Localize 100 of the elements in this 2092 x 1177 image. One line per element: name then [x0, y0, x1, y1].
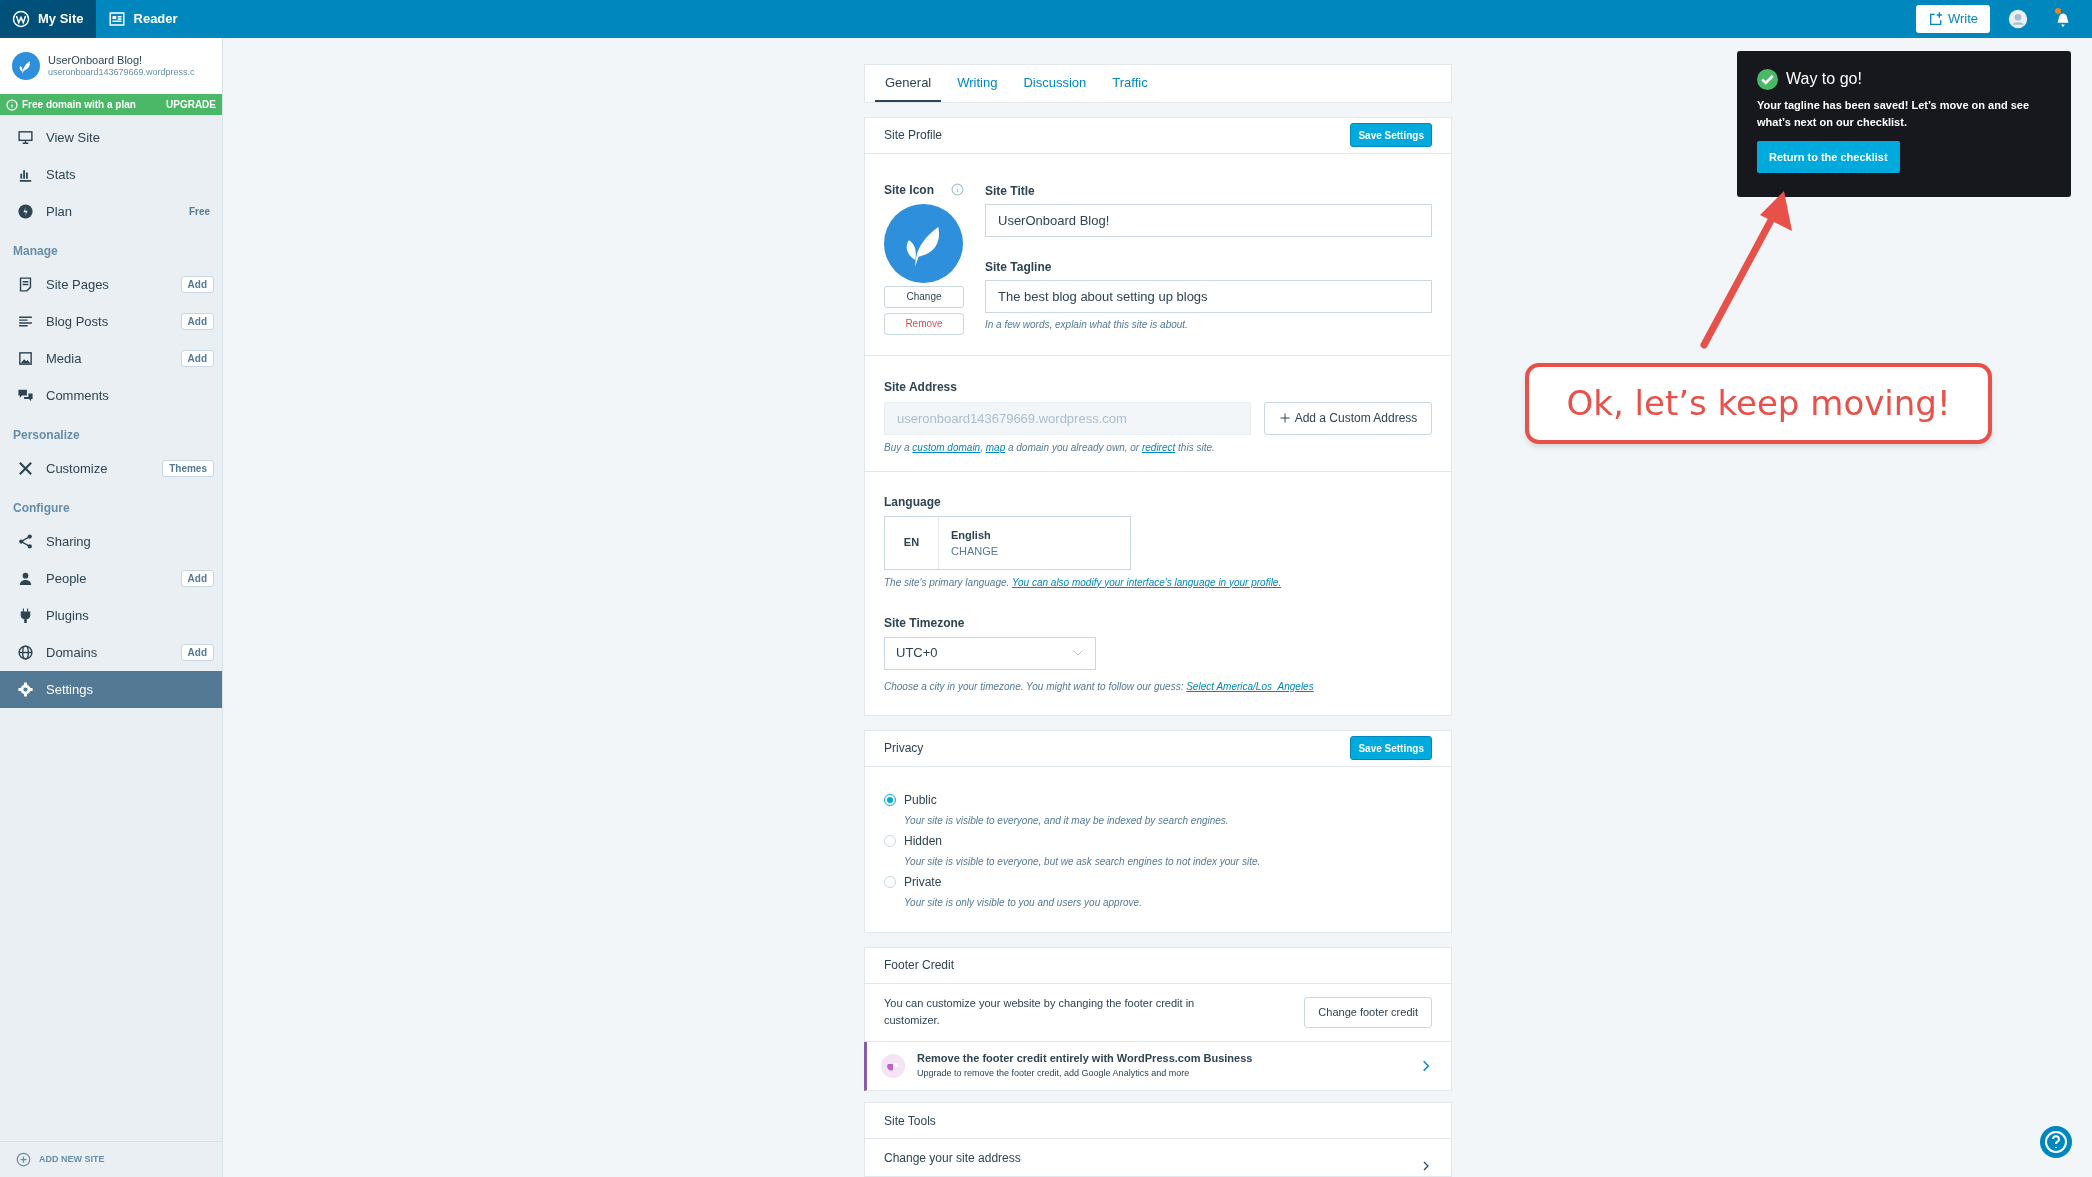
site-address-field: useronboard143679669.wordpress.com [884, 401, 1251, 435]
banner-text: Free domain with a plan [22, 98, 137, 112]
help-text: Choose a city in your timezone. You might want to follow our guess: Select America/Los_Angeles [884, 679, 1315, 694]
avatar-icon [2008, 9, 2028, 29]
write-button[interactable]: Write [1915, 5, 1990, 33]
return-to-checklist-button[interactable]: Return to the checklist [1757, 141, 1900, 173]
site-tool-row[interactable]: Change your site address [864, 1139, 1452, 1177]
sidebar-item[interactable]: Stats [0, 156, 222, 193]
help-link[interactable]: You can also modify your interface's language in your profile. [1011, 576, 1282, 588]
sidebar-item[interactable]: Settings [0, 671, 222, 708]
radio-label: Hidden [904, 832, 943, 850]
field-label: Site Title [985, 182, 1036, 198]
field-label: Site Timezone [884, 614, 966, 632]
section-title: Site Profile [884, 127, 943, 145]
section-title: Footer Credit [884, 957, 955, 975]
section-heading: Configure [12, 500, 71, 517]
sidebar-item[interactable]: Site Pages Add [0, 266, 222, 303]
image-icon [17, 350, 34, 367]
plan-label: Free [188, 205, 210, 219]
section-title: Privacy [884, 740, 924, 758]
globe-icon [17, 644, 34, 661]
nudge-subtitle: Upgrade to remove the footer credit, add Google Analytics and more [917, 1067, 1191, 1081]
wordpress-logo-icon [12, 10, 30, 28]
add-button[interactable]: Add [180, 276, 214, 293]
option-description: Your site is only visible to you and users you approve. [904, 895, 1143, 910]
section-heading: Personalize [12, 427, 81, 444]
help-link[interactable]: map [985, 441, 1006, 453]
page-icon [17, 276, 34, 293]
language-change-link[interactable]: CHANGE [951, 542, 999, 559]
settings-tab[interactable]: Traffic [1102, 65, 1158, 102]
sidebar-item[interactable]: Blog Posts Add [0, 303, 222, 340]
callout-text: Ok, let’s keep moving! [1566, 382, 1951, 425]
radio-label: Public [904, 791, 937, 809]
row-label: Change your site address [884, 1149, 1021, 1167]
compose-icon [1927, 11, 1944, 27]
share-icon [17, 533, 34, 550]
radio-label: Private [904, 873, 942, 891]
add-new-site-link[interactable]: ADD NEW SITE [0, 1141, 222, 1177]
top-bar-tab[interactable]: Reader [95, 0, 190, 38]
language-picker[interactable]: EN English CHANGE [884, 515, 1131, 570]
upgrade-link[interactable]: UPGRADE [166, 97, 216, 112]
add-custom-address-button[interactable]: Add a Custom Address [1264, 401, 1432, 435]
help-button[interactable] [2040, 1126, 2072, 1158]
sidebar-item[interactable]: Media Add [0, 340, 222, 377]
add-button[interactable]: Add [180, 570, 214, 587]
field-label: Site Address [884, 378, 958, 396]
remove-icon-button[interactable]: Remove [884, 312, 964, 335]
sidebar-item[interactable]: Sharing [0, 523, 222, 560]
field-label: Site Tagline [985, 258, 1053, 274]
person-icon [17, 570, 34, 587]
site-tagline-field[interactable]: The best blog about setting up blogs [985, 279, 1432, 313]
change-footer-credit-button[interactable]: Change footer credit [1304, 996, 1432, 1028]
plus-circle-icon [16, 1152, 31, 1167]
reader-icon [107, 10, 126, 28]
site-url: useronboard143679669.wordpress.c [48, 67, 195, 79]
info-icon [951, 183, 964, 197]
plan-icon [17, 203, 34, 220]
settings-tab[interactable]: Writing [947, 65, 1008, 102]
section-heading: Manage [12, 243, 59, 260]
settings-tab[interactable]: Discussion [1013, 65, 1097, 102]
checkmark-icon [1757, 68, 1778, 90]
help-link[interactable]: Select America/Los_Angeles [1186, 680, 1314, 692]
help-icon [2044, 1130, 2068, 1154]
site-title-field[interactable]: UserOnboard Blog! [985, 203, 1432, 237]
field-label: Language [884, 493, 942, 511]
notice-title: Way to go! [1786, 69, 1862, 89]
upgrade-nudge[interactable]: Remove the footer credit entirely with WordPress.com Business Upgrade to remove the footer credit, add Google Analytics and more [864, 1042, 1452, 1092]
info-icon [6, 98, 18, 111]
help-link[interactable]: redirect [1141, 441, 1176, 453]
timezone-dropdown[interactable]: UTC+0 [884, 636, 1096, 670]
sidebar-item[interactable]: Plugins [0, 597, 222, 634]
sidebar-item[interactable]: Comments [0, 377, 222, 414]
site-header[interactable]: UserOnboard Blog! useronboard143679669.wordpress.c [0, 38, 222, 94]
sidebar-item[interactable]: View Site [0, 119, 222, 156]
nudge-title: Remove the footer credit entirely with WordPress.com Business [917, 1051, 1254, 1067]
option-description: Your site is visible to everyone, but we ask search engines to not index your site. [904, 854, 1262, 869]
sidebar-item[interactable]: People Add [0, 560, 222, 597]
language-name: English [951, 527, 992, 543]
upgrade-banner[interactable]: Free domain with a plan UPGRADE [0, 94, 222, 115]
add-button[interactable]: Add [180, 350, 214, 367]
add-button[interactable]: Themes [162, 460, 214, 477]
sidebar-item[interactable]: Customize Themes [0, 450, 222, 487]
add-button[interactable]: Add [180, 644, 214, 661]
add-button[interactable]: Add [180, 313, 214, 330]
option-description: Your site is visible to everyone, and it may be indexed by search engines. [904, 813, 1230, 828]
language-code: EN [885, 516, 939, 569]
settings-tab[interactable]: General [875, 65, 942, 102]
field-label: Site Icon [884, 181, 934, 199]
save-settings-button[interactable]: Save Settings [1350, 736, 1432, 761]
change-icon-button[interactable]: Change [884, 285, 964, 308]
monitor-icon [17, 129, 34, 146]
sidebar-item[interactable]: Domains Add [0, 634, 222, 671]
save-settings-button[interactable]: Save Settings [1350, 123, 1432, 148]
plus-icon [1278, 412, 1291, 425]
help-text: Buy a custom domain, map a domain you already own, or redirect this site. [884, 440, 1216, 455]
site-name: UserOnboard Blog! [48, 53, 144, 68]
sidebar-item[interactable]: Plan Free [0, 193, 222, 230]
top-bar-tab[interactable]: My Site [0, 0, 96, 38]
section-title: Site Tools [884, 1112, 936, 1130]
footer-credit-text: You can customize your website by changing the footer credit in customizer. [884, 996, 1196, 1029]
